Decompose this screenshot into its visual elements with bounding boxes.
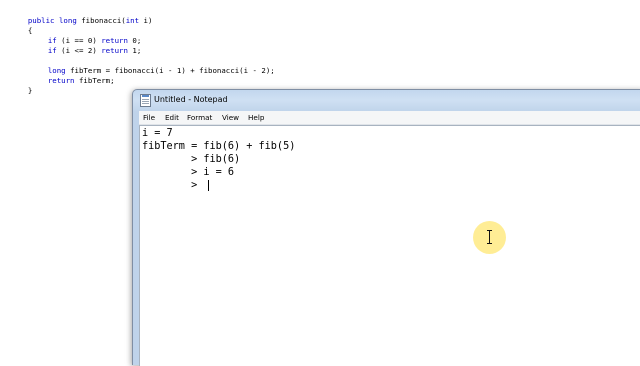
code-keyword: if [47, 46, 57, 55]
menu-file[interactable]: File [143, 111, 155, 124]
code-keyword: long [58, 16, 77, 25]
code-text: i) [143, 16, 153, 25]
menu-bar: File Edit Format View Help [139, 111, 640, 125]
notepad-text-area[interactable]: i = 7 fibTerm = fib(6) + fib(5) > fib(6)… [139, 125, 640, 366]
notepad-app-icon[interactable] [140, 94, 151, 107]
code-text: } [27, 86, 33, 95]
text-line: > fib(6) [142, 154, 241, 165]
code-line-8: } [10, 76, 32, 106]
code-keyword: return [47, 76, 75, 85]
code-line-7: return fibTerm; [30, 66, 115, 96]
text-line: i = 7 [142, 128, 173, 139]
menu-view[interactable]: View [222, 111, 239, 124]
notepad-titlebar[interactable]: Untitled - Notepad [133, 90, 640, 110]
text-line: > [142, 180, 198, 191]
menu-format[interactable]: Format [187, 111, 212, 124]
code-keyword: return [101, 46, 128, 55]
text-caret [208, 180, 209, 191]
code-text: fibTerm; [78, 76, 115, 85]
text-line: > i = 6 [142, 167, 235, 178]
notepad-window[interactable]: Untitled - Notepad File Edit Format View… [132, 89, 640, 366]
code-line-2: { [10, 16, 32, 46]
menu-edit[interactable]: Edit [165, 111, 179, 124]
window-title: Untitled - Notepad [154, 95, 228, 104]
code-text: (i <= 2) [61, 46, 97, 55]
ibeam-cursor-icon [487, 230, 492, 244]
code-keyword: int [125, 16, 140, 25]
menu-help[interactable]: Help [248, 111, 264, 124]
code-text: 1; [132, 46, 142, 55]
text-line: fibTerm = fib(6) + fib(5) [142, 141, 296, 152]
code-text: fibonacci( [81, 16, 126, 25]
